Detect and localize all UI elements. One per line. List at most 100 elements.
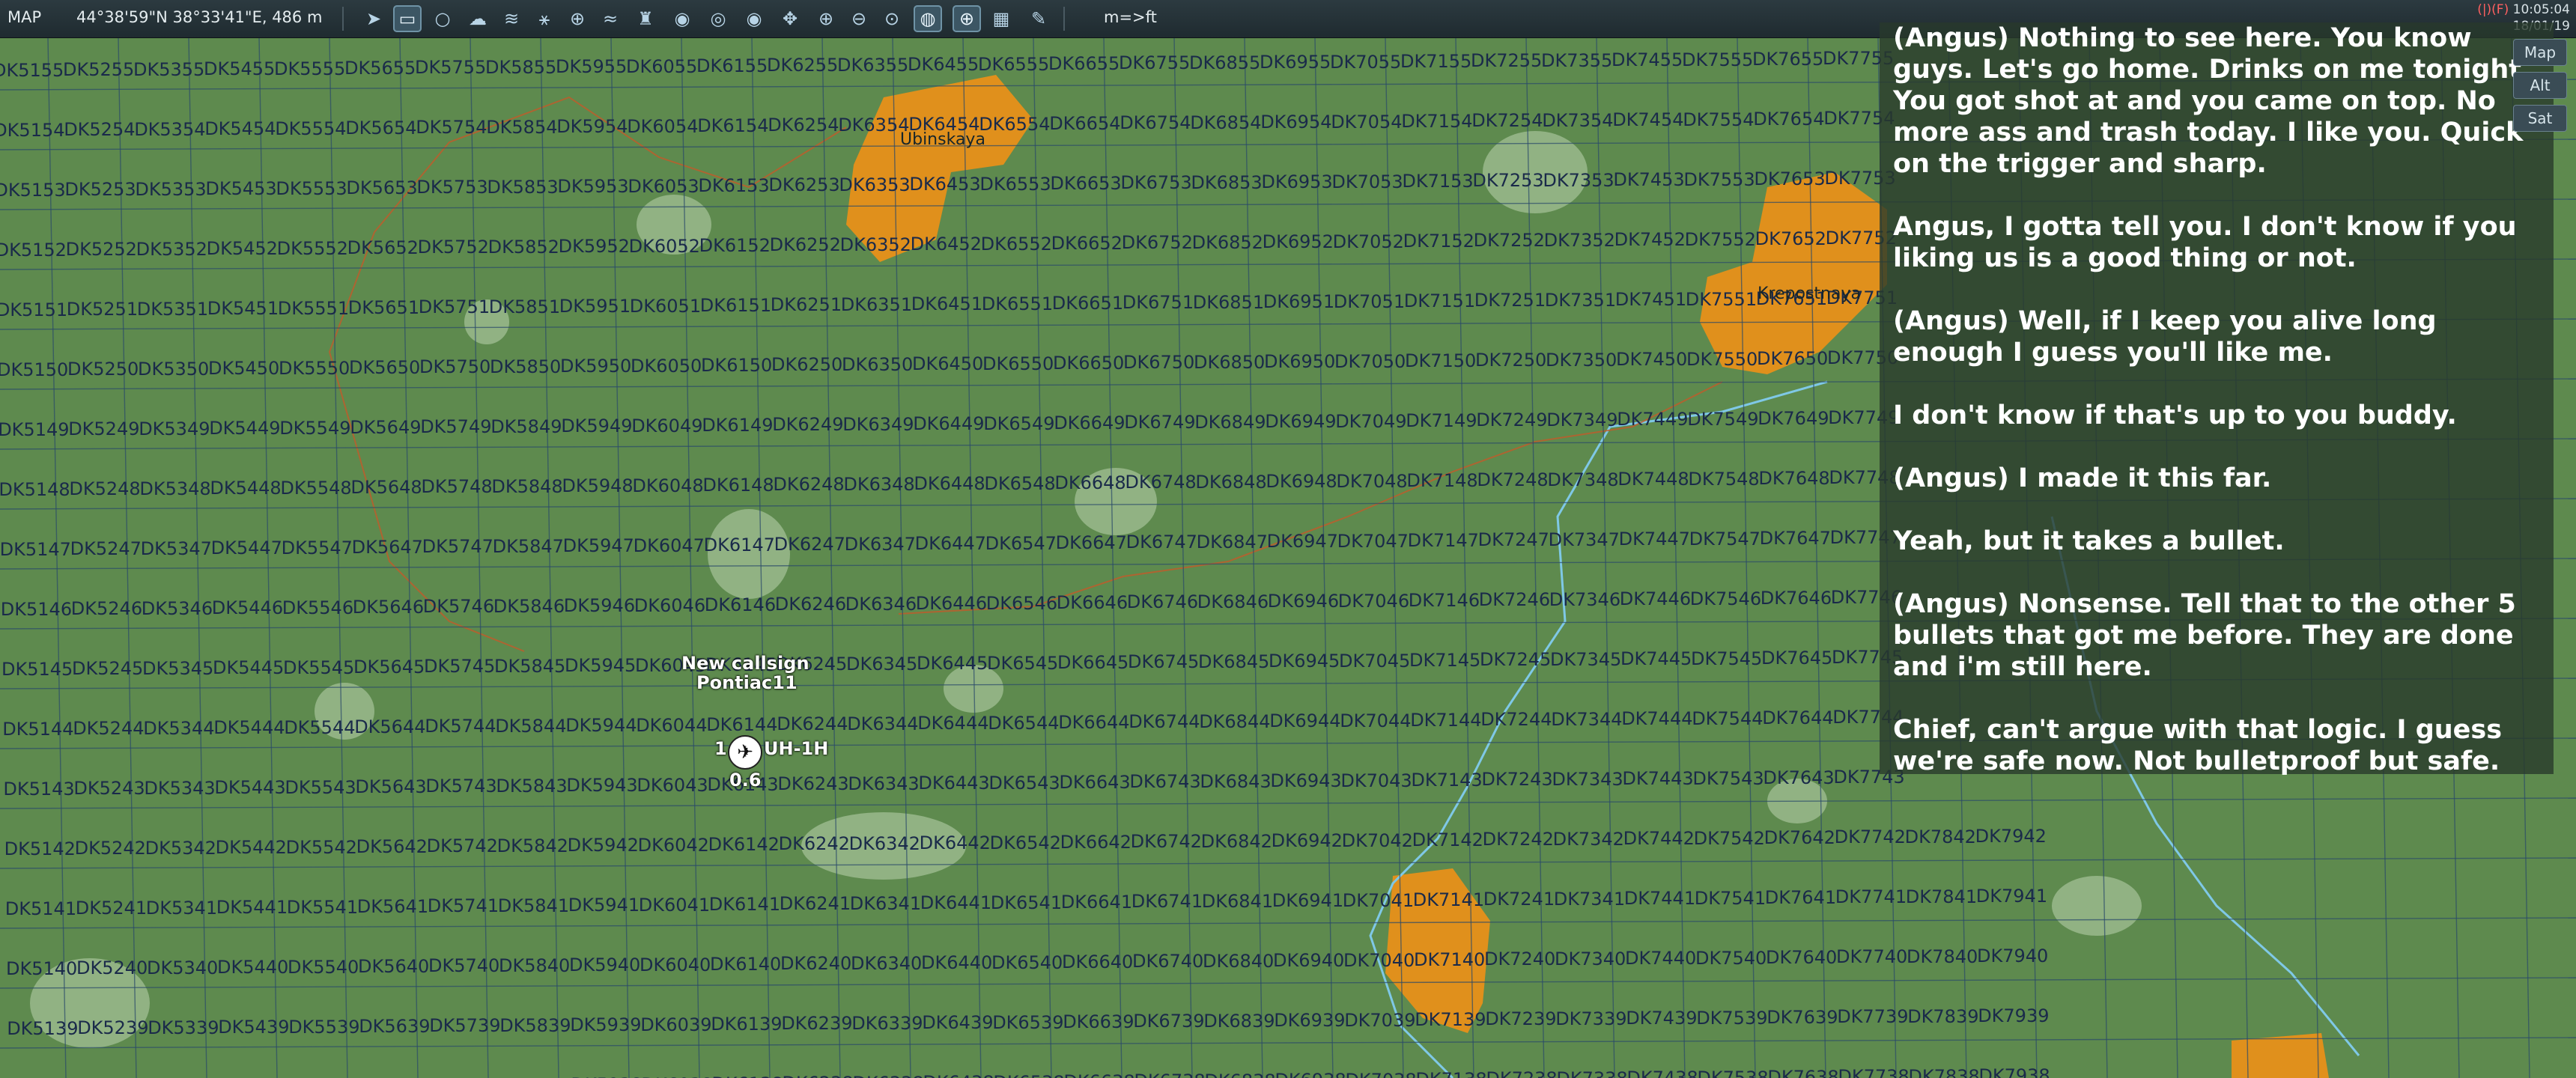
grid-square-label: DK7142 <box>1412 829 1483 850</box>
map-mode-map-button[interactable]: Map <box>2513 39 2567 66</box>
grid-square-label: DK6951 <box>1263 291 1335 313</box>
compass-icon[interactable]: ◍ <box>914 5 942 32</box>
target-icon[interactable]: ⊕ <box>563 5 592 32</box>
grid-square-label: DK5845 <box>494 655 566 677</box>
grid-square-label: DK7348 <box>1547 469 1619 490</box>
grid-square-label: DK6938 <box>1275 1070 1346 1078</box>
grid-square-label: DK7048 <box>1336 470 1408 492</box>
arrow-cursor-icon[interactable]: ➤ <box>359 5 388 32</box>
cursor-coordinates: 44°38'59"N 38°33'41"E, 486 m <box>76 8 323 26</box>
radar2-icon[interactable]: ◎ <box>704 5 732 32</box>
helicopter-icon[interactable]: ✈ <box>728 735 762 770</box>
grid-square-label: DK7255 <box>1471 50 1543 72</box>
grid-square-label: DK6439 <box>922 1012 994 1034</box>
unit-marker-group[interactable]: New callsign Pontiac11 1 ✈ UH-1H 0.6 <box>674 653 869 795</box>
grid-square-label: DK6252 <box>769 234 841 256</box>
grid-square-label: DK5151 <box>0 299 68 320</box>
grid-square-label: DK5749 <box>420 416 492 438</box>
map-mode-alt-button[interactable]: Alt <box>2513 72 2567 99</box>
ruler-icon[interactable]: ▭ <box>393 5 422 32</box>
grid-square-label: DK6544 <box>988 712 1060 734</box>
grid-square-label: DK7550 <box>1686 348 1758 370</box>
wind-icon[interactable]: ≋ <box>497 5 526 32</box>
grid-square-label: DK6349 <box>842 413 914 435</box>
subtitle-panel: (Angus) Nothing to see here. You know gu… <box>1880 22 2554 776</box>
town-area-southeast <box>2232 1033 2329 1078</box>
grid-square-label: DK5146 <box>0 599 73 620</box>
network-icon[interactable]: ⚹ <box>530 5 559 32</box>
flag-indicator: (|)(F) <box>2477 2 2509 17</box>
clouds-icon[interactable]: ☁ <box>464 5 492 32</box>
grid-square-label: DK5452 <box>206 238 278 260</box>
zoom-in-icon[interactable]: ⊕ <box>812 5 840 32</box>
subtitle-line: Yeah, but it takes a bullet. <box>1893 526 2285 556</box>
grid-square-label: DK6338 <box>852 1073 923 1078</box>
toolbar-separator <box>1063 7 1065 31</box>
map-mode-sat-button[interactable]: Sat <box>2513 105 2567 132</box>
grid-square-label: DK6141 <box>708 894 781 915</box>
grid-square-label: DK7052 <box>1332 231 1404 252</box>
grid-square-label: DK6555 <box>978 53 1050 75</box>
grid-square-label: DK5739 <box>429 1015 501 1037</box>
grid-square-label: DK7049 <box>1335 410 1407 432</box>
grid-square-label: DK6442 <box>919 832 991 854</box>
grid-square-label: DK7643 <box>1763 767 1835 788</box>
radar3-icon[interactable]: ◉ <box>740 5 768 32</box>
grid-square-label: DK6146 <box>704 594 777 615</box>
grid-square-label: DK5455 <box>204 58 276 80</box>
grid-square-label: DK5148 <box>0 479 70 500</box>
grid-square-label: DK7244 <box>1480 709 1552 731</box>
grid-square-label: DK5947 <box>562 535 634 557</box>
grid-square-label: DK7545 <box>1691 648 1763 669</box>
grid-square-label: DK5454 <box>204 118 276 140</box>
tower-icon[interactable]: ♜ <box>631 5 660 32</box>
grid-square-label: DK7344 <box>1551 708 1623 730</box>
grid-square-label: DK6550 <box>982 353 1054 374</box>
grid-square-label: DK7540 <box>1695 947 1767 969</box>
grid-square-label: DK5738 <box>430 1075 501 1078</box>
unit-toggle-button[interactable]: m=>ft <box>1104 8 1157 26</box>
grid-square-label: DK5153 <box>0 180 66 201</box>
grid-icon[interactable]: ▦ <box>987 5 1015 32</box>
zoom-reset-icon[interactable]: ⊙ <box>878 5 906 32</box>
grid-square-label: DK5641 <box>356 896 429 917</box>
grid-square-label: DK6450 <box>912 353 984 375</box>
grid-square-label: DK6453 <box>909 174 981 195</box>
grid-square-label: DK6641 <box>1060 892 1133 913</box>
radar-icon[interactable]: ◉ <box>668 5 696 32</box>
grid-square-label: DK6438 <box>923 1072 994 1078</box>
grid-square-label: DK7938 <box>1978 1065 2050 1078</box>
grid-square-label: DK7549 <box>1687 408 1759 430</box>
grid-square-label: DK7551 <box>1685 288 1758 310</box>
grid-square-label: DK5253 <box>64 179 136 201</box>
grid-square-label: DK6546 <box>985 592 1058 614</box>
grid-square-label: DK5344 <box>143 717 215 739</box>
grid-square-label: DK5539 <box>288 1016 360 1038</box>
grid-square-label: DK5649 <box>350 417 422 438</box>
grid-square-label: DK5139 <box>7 1018 79 1039</box>
grid-square-label: DK5144 <box>2 719 74 740</box>
grid-square-label: DK7139 <box>1415 1009 1486 1030</box>
zoom-out-icon[interactable]: ⊖ <box>845 5 873 32</box>
move-icon[interactable]: ✥ <box>776 5 804 32</box>
wifi-icon[interactable]: ≈ <box>596 5 625 32</box>
grid-square-label: DK6155 <box>696 55 768 76</box>
grid-square-label: DK6838 <box>1204 1071 1275 1078</box>
grid-square-label: DK5442 <box>215 837 287 859</box>
globe-icon[interactable]: ⊕ <box>953 5 981 32</box>
grid-square-label: DK5752 <box>417 237 489 258</box>
grid-square-label: DK6941 <box>1272 890 1344 912</box>
grid-square-label: DK6541 <box>990 892 1063 913</box>
grid-square-label: DK7455 <box>1611 49 1683 71</box>
grid-square-label: DK6952 <box>1262 231 1334 253</box>
grid-square-label: DK6451 <box>911 293 983 315</box>
grid-square-label: DK6342 <box>848 832 920 854</box>
grid-square-label: DK5940 <box>569 954 641 976</box>
pencil-icon[interactable]: ✎ <box>1024 5 1053 32</box>
grid-square-label: DK7439 <box>1626 1008 1698 1029</box>
circle-icon[interactable]: ○ <box>428 5 457 32</box>
grid-square-label: DK6853 <box>1191 171 1263 193</box>
grid-square-label: DK6545 <box>987 652 1059 674</box>
grid-square-label: DK6049 <box>631 415 703 436</box>
grid-square-label: DK5451 <box>207 298 279 320</box>
